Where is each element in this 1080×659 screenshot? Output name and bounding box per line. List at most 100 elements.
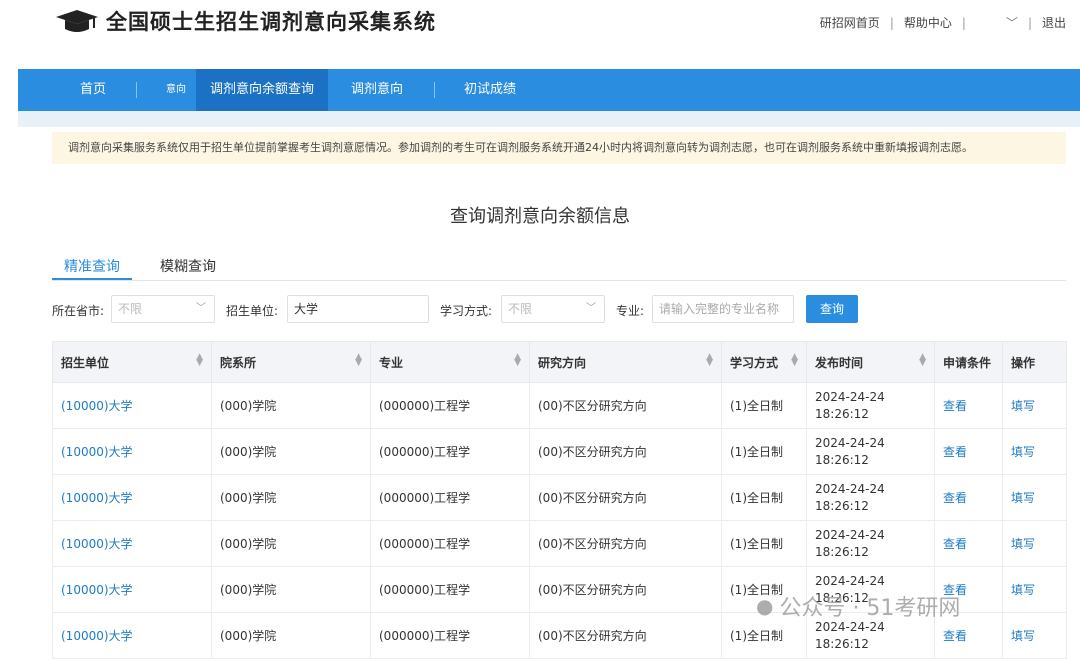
cell-direction: (00)不区分研究方向 xyxy=(529,474,722,521)
chevron-down-icon[interactable]: ﹀ xyxy=(1006,14,1018,31)
major-label: 专业: xyxy=(616,304,645,318)
fill-link[interactable]: 填写 xyxy=(1002,520,1067,567)
study-mode-select[interactable]: 不限 ﹀ xyxy=(501,295,605,323)
view-conditions-link[interactable]: 查看 xyxy=(934,520,1003,567)
cell-department: (000)学院 xyxy=(211,612,371,659)
cell-department: (000)学院 xyxy=(211,566,371,613)
sort-icon: ▲ ▼ xyxy=(196,352,203,368)
cell-publish-time: 2024-24-24 18:26:12 xyxy=(806,474,935,521)
watermark: ● 公众号 · 51考研网 xyxy=(756,590,960,622)
study-mode-label: 学习方式: xyxy=(440,304,493,318)
cell-direction: (00)不区分研究方向 xyxy=(529,520,722,567)
notice-banner: 调剂意向采集服务系统仅用于招生单位提前掌握考生调剂意愿情况。参加调剂的考生可在调… xyxy=(52,132,1066,164)
help-link[interactable]: 帮助中心 xyxy=(904,14,952,31)
table-header-row: 招生单位 ▲ ▼ 院系所 ▲ ▼ 专业 ▲ ▼ 研究方向 ▲ ▼ 学习方式 ▲ ▼ 发布时间 ▲ ▼ 申… xyxy=(52,341,1067,383)
cell-department: (000)学院 xyxy=(211,474,371,521)
column-header: 申请条件 xyxy=(934,341,1003,383)
cell-study-mode: (1)全日制 xyxy=(721,474,807,521)
view-conditions-link[interactable]: 查看 xyxy=(934,382,1003,429)
cell-unit[interactable]: (10000)大学 xyxy=(52,566,212,613)
cell-major: (000000)工程学 xyxy=(370,428,530,475)
fill-link[interactable]: 填写 xyxy=(1002,474,1067,521)
sort-icon: ▲ ▼ xyxy=(514,352,521,368)
cell-publish-time: 2024-24-24 18:26:12 xyxy=(806,520,935,567)
cell-department: (000)学院 xyxy=(211,520,371,567)
divider: | xyxy=(961,15,966,30)
cell-direction: (00)不区分研究方向 xyxy=(529,382,722,429)
cell-unit[interactable]: (10000)大学 xyxy=(52,474,212,521)
study-mode-value: 不限 xyxy=(508,302,533,316)
cell-unit[interactable]: (10000)大学 xyxy=(52,428,212,475)
table-row: (10000)大学 (000)学院 (000000)工程学 (00)不区分研究方向 (1… xyxy=(52,520,1067,567)
nav-divider xyxy=(434,82,435,98)
nav-initial-scores[interactable]: 初试成绩 xyxy=(464,69,516,111)
table-row: (10000)大学 (000)学院 (000000)工程学 (00)不区分研究方向 (1… xyxy=(52,428,1067,475)
fill-link[interactable]: 填写 xyxy=(1002,612,1067,659)
cell-major: (000000)工程学 xyxy=(370,566,530,613)
column-header[interactable]: 专业 ▲ ▼ xyxy=(370,341,530,383)
tab-fuzzy-query[interactable]: 模糊查询 xyxy=(160,256,216,276)
province-value: 不限 xyxy=(118,302,143,316)
unit-input[interactable]: 大学 xyxy=(287,295,429,323)
fill-link[interactable]: 填写 xyxy=(1002,382,1067,429)
cell-publish-time: 2024-24-24 18:26:12 xyxy=(806,428,935,475)
fill-link[interactable]: 填写 xyxy=(1002,428,1067,475)
fill-link[interactable]: 填写 xyxy=(1002,566,1067,613)
query-tabs: 精准查询 模糊查询 xyxy=(52,250,1066,281)
cell-department: (000)学院 xyxy=(211,428,371,475)
province-select[interactable]: 不限 ﹀ xyxy=(111,295,215,323)
top-links: 研招网首页 | 帮助中心 | ﹀ | 退出 xyxy=(820,14,1066,31)
page-title: 查询调剂意向余额信息 xyxy=(450,206,630,227)
chevron-down-icon: ﹀ xyxy=(196,303,206,314)
cell-major: (000000)工程学 xyxy=(370,520,530,567)
nav-adjust-intent[interactable]: 调剂意向 xyxy=(351,69,403,111)
search-button[interactable]: 查询 xyxy=(806,295,858,323)
cell-major: (000000)工程学 xyxy=(370,474,530,521)
cell-major: (000000)工程学 xyxy=(370,382,530,429)
column-header[interactable]: 发布时间 ▲ ▼ xyxy=(806,341,935,383)
cell-study-mode: (1)全日制 xyxy=(721,382,807,429)
sort-icon: ▲ ▼ xyxy=(791,352,798,368)
view-conditions-link[interactable]: 查看 xyxy=(934,428,1003,475)
cell-publish-time: 2024-24-24 18:26:12 xyxy=(806,382,935,429)
active-tab-underline xyxy=(52,278,132,280)
sort-icon: ▲ ▼ xyxy=(919,352,926,368)
nav-divider xyxy=(136,82,137,98)
cell-unit[interactable]: (10000)大学 xyxy=(52,382,212,429)
main-nav: 首页 意向 调剂意向余额查询 调剂意向 初试成绩 xyxy=(18,69,1080,111)
divider: | xyxy=(889,15,894,30)
chevron-down-icon: ﹀ xyxy=(586,303,596,314)
graduation-cap-icon xyxy=(56,10,98,32)
cell-unit[interactable]: (10000)大学 xyxy=(52,520,212,567)
sort-icon: ▲ ▼ xyxy=(706,352,713,368)
tab-exact-query[interactable]: 精准查询 xyxy=(64,256,120,276)
column-header: 操作 xyxy=(1002,341,1067,383)
view-conditions-link[interactable]: 查看 xyxy=(934,474,1003,521)
column-header[interactable]: 院系所 ▲ ▼ xyxy=(211,341,371,383)
nav-home[interactable]: 首页 xyxy=(80,69,106,111)
filter-bar: 所在省市: 不限 ﹀ 招生单位: 大学 学习方式: 不限 ﹀ 专业: 请输入完整… xyxy=(52,295,1066,325)
cell-direction: (00)不区分研究方向 xyxy=(529,428,722,475)
cell-major: (000000)工程学 xyxy=(370,612,530,659)
nav-shadow-strip xyxy=(18,111,1080,127)
home-link[interactable]: 研招网首页 xyxy=(820,14,880,31)
cell-study-mode: (1)全日制 xyxy=(721,428,807,475)
cell-study-mode: (1)全日制 xyxy=(721,520,807,567)
logout-link[interactable]: 退出 xyxy=(1042,14,1066,31)
table-row: (10000)大学 (000)学院 (000000)工程学 (00)不区分研究方向 (1… xyxy=(52,382,1067,429)
top-header: 全国硕士生招生调剂意向采集系统 研招网首页 | 帮助中心 | ﹀ | 退出 xyxy=(0,0,1080,60)
cell-direction: (00)不区分研究方向 xyxy=(529,566,722,613)
nav-balance-query[interactable]: 调剂意向余额查询 xyxy=(196,69,329,111)
sort-icon: ▲ ▼ xyxy=(355,352,362,368)
column-header[interactable]: 研究方向 ▲ ▼ xyxy=(529,341,722,383)
major-input[interactable]: 请输入完整的专业名称 xyxy=(652,295,794,323)
unit-label: 招生单位: xyxy=(226,304,279,318)
nav-intent[interactable]: 意向 xyxy=(166,69,186,111)
column-header[interactable]: 学习方式 ▲ ▼ xyxy=(721,341,807,383)
cell-unit[interactable]: (10000)大学 xyxy=(52,612,212,659)
cell-direction: (00)不区分研究方向 xyxy=(529,612,722,659)
watermark-text: 公众号 · 51考研网 xyxy=(779,596,961,621)
province-label: 所在省市: xyxy=(52,304,105,318)
column-header[interactable]: 招生单位 ▲ ▼ xyxy=(52,341,212,383)
cell-department: (000)学院 xyxy=(211,382,371,429)
